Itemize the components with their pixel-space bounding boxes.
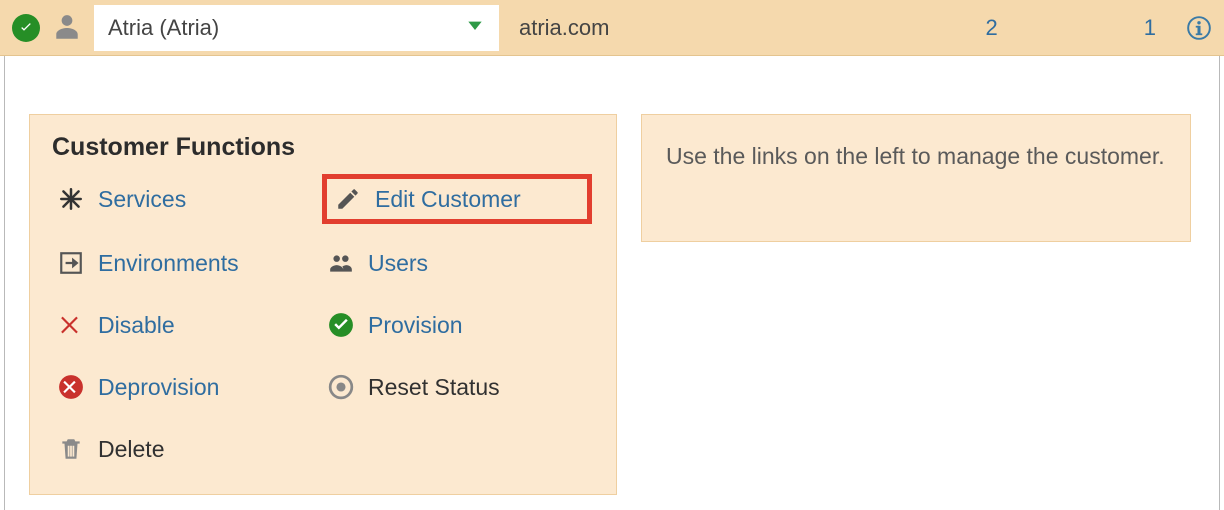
reset-status-label: Reset Status xyxy=(368,374,500,401)
delete-item[interactable]: Delete xyxy=(52,426,322,472)
delete-label: Delete xyxy=(98,436,164,463)
services-link[interactable]: Services xyxy=(52,176,322,222)
check-circle-icon xyxy=(324,312,358,338)
help-text: Use the links on the left to manage the … xyxy=(666,143,1165,169)
user-icon xyxy=(54,13,80,43)
users-icon xyxy=(324,250,358,276)
functions-grid: Services Edit Customer Environments User… xyxy=(52,174,594,472)
arrow-right-box-icon xyxy=(54,250,88,276)
dot-circle-icon xyxy=(324,374,358,400)
help-card: Use the links on the left to manage the … xyxy=(641,114,1191,242)
disable-link[interactable]: Disable xyxy=(52,302,322,348)
services-label: Services xyxy=(98,186,186,213)
customer-topbar: Atria (Atria) atria.com 2 1 xyxy=(0,0,1224,56)
main-panel: Customer Functions Services Edit Custome… xyxy=(4,56,1220,510)
count-link-a[interactable]: 2 xyxy=(982,15,1002,41)
customer-dropdown-label: Atria (Atria) xyxy=(108,15,219,41)
asterisk-icon xyxy=(54,186,88,212)
provision-link[interactable]: Provision xyxy=(322,302,592,348)
count-link-b[interactable]: 1 xyxy=(1140,15,1160,41)
provision-label: Provision xyxy=(368,312,463,339)
customer-dropdown[interactable]: Atria (Atria) xyxy=(94,5,499,51)
edit-customer-label: Edit Customer xyxy=(375,186,521,213)
domain-text: atria.com xyxy=(519,15,609,41)
x-icon xyxy=(54,312,88,338)
pencil-icon xyxy=(331,186,365,212)
users-label: Users xyxy=(368,250,428,277)
info-icon[interactable] xyxy=(1186,15,1212,41)
reset-status-item[interactable]: Reset Status xyxy=(322,364,592,410)
checkmark-icon xyxy=(12,14,40,42)
edit-customer-link[interactable]: Edit Customer xyxy=(322,174,592,224)
chevron-down-icon xyxy=(465,15,485,41)
customer-functions-title: Customer Functions xyxy=(52,133,594,162)
environments-label: Environments xyxy=(98,250,239,277)
customer-functions-card: Customer Functions Services Edit Custome… xyxy=(29,114,617,495)
users-link[interactable]: Users xyxy=(322,240,592,286)
disable-label: Disable xyxy=(98,312,175,339)
environments-link[interactable]: Environments xyxy=(52,240,322,286)
deprovision-link[interactable]: Deprovision xyxy=(52,364,322,410)
x-circle-icon xyxy=(54,374,88,400)
deprovision-label: Deprovision xyxy=(98,374,219,401)
trash-icon xyxy=(54,436,88,462)
